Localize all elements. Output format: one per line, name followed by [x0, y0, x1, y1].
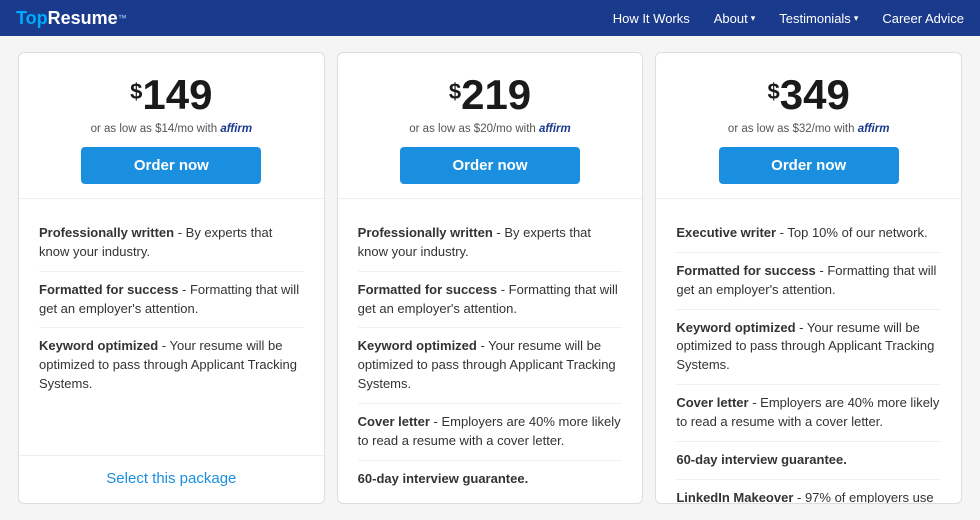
feature-cover-letter-349: Cover letter - Employers are 40% more li… — [676, 385, 941, 442]
chevron-down-icon: ▾ — [854, 13, 859, 24]
feature-keyword-optimized-219: Keyword optimized - Your resume will be … — [358, 328, 623, 404]
feature-60day-219: 60-day interview guarantee. — [358, 461, 623, 498]
affirm-line-219: or as low as $20/mo with affirm — [358, 123, 623, 135]
affirm-brand-349: affirm — [858, 123, 890, 135]
feature-formatted-success: Formatted for success - Formatting that … — [39, 272, 304, 329]
card-header-349: $349 or as low as $32/mo with affirm Ord… — [656, 53, 961, 199]
pricing-card-349: $349 or as low as $32/mo with affirm Ord… — [655, 52, 962, 504]
nav-career-advice[interactable]: Career Advice — [882, 11, 964, 26]
order-now-button-219[interactable]: Order now — [400, 147, 580, 184]
logo-tm: ™ — [118, 13, 127, 23]
price-349: $349 — [676, 71, 941, 119]
order-now-button-349[interactable]: Order now — [719, 147, 899, 184]
feature-formatted-success-349: Formatted for success - Formatting that … — [676, 253, 941, 310]
card-features-219: Professionally written - By experts that… — [338, 199, 643, 504]
select-package-link-149[interactable]: Select this package — [106, 470, 236, 487]
feature-professionally-written-219: Professionally written - By experts that… — [358, 215, 623, 272]
feature-cover-letter-219: Cover letter - Employers are 40% more li… — [358, 404, 623, 461]
chevron-down-icon: ▾ — [751, 13, 756, 24]
pricing-section: $149 or as low as $14/mo with affirm Ord… — [0, 36, 980, 520]
feature-keyword-optimized-349: Keyword optimized - Your resume will be … — [676, 310, 941, 386]
feature-professionally-written: Professionally written - By experts that… — [39, 215, 304, 272]
feature-linkedin-makeover: LinkedIn Makeover - 97% of employers use… — [676, 480, 941, 504]
nav-about[interactable]: About ▾ — [714, 11, 756, 26]
feature-keyword-optimized: Keyword optimized - Your resume will be … — [39, 328, 304, 403]
card-features-349: Executive writer - Top 10% of our networ… — [656, 199, 961, 504]
pricing-card-219: $219 or as low as $20/mo with affirm Ord… — [337, 52, 644, 504]
pricing-card-149: $149 or as low as $14/mo with affirm Ord… — [18, 52, 325, 504]
card-footer-149: Select this package — [19, 455, 324, 503]
price-219: $219 — [358, 71, 623, 119]
logo-resume: Resume — [48, 8, 118, 29]
card-features-149: Professionally written - By experts that… — [19, 199, 324, 455]
logo-top: Top — [16, 8, 48, 29]
affirm-brand-219: affirm — [539, 123, 571, 135]
order-now-button-149[interactable]: Order now — [81, 147, 261, 184]
logo: TopResume™ — [16, 8, 127, 29]
nav-links: How It Works About ▾ Testimonials ▾ Care… — [613, 11, 964, 26]
affirm-line-349: or as low as $32/mo with affirm — [676, 123, 941, 135]
nav-testimonials[interactable]: Testimonials ▾ — [779, 11, 858, 26]
feature-executive-writer: Executive writer - Top 10% of our networ… — [676, 215, 941, 253]
affirm-line-149: or as low as $14/mo with affirm — [39, 123, 304, 135]
affirm-brand: affirm — [220, 123, 252, 135]
feature-formatted-success-219: Formatted for success - Formatting that … — [358, 272, 623, 329]
nav-how-it-works[interactable]: How It Works — [613, 11, 690, 26]
price-149: $149 — [39, 71, 304, 119]
card-header-149: $149 or as low as $14/mo with affirm Ord… — [19, 53, 324, 199]
card-header-219: $219 or as low as $20/mo with affirm Ord… — [338, 53, 643, 199]
feature-60day-349: 60-day interview guarantee. — [676, 442, 941, 480]
navigation: TopResume™ How It Works About ▾ Testimon… — [0, 0, 980, 36]
